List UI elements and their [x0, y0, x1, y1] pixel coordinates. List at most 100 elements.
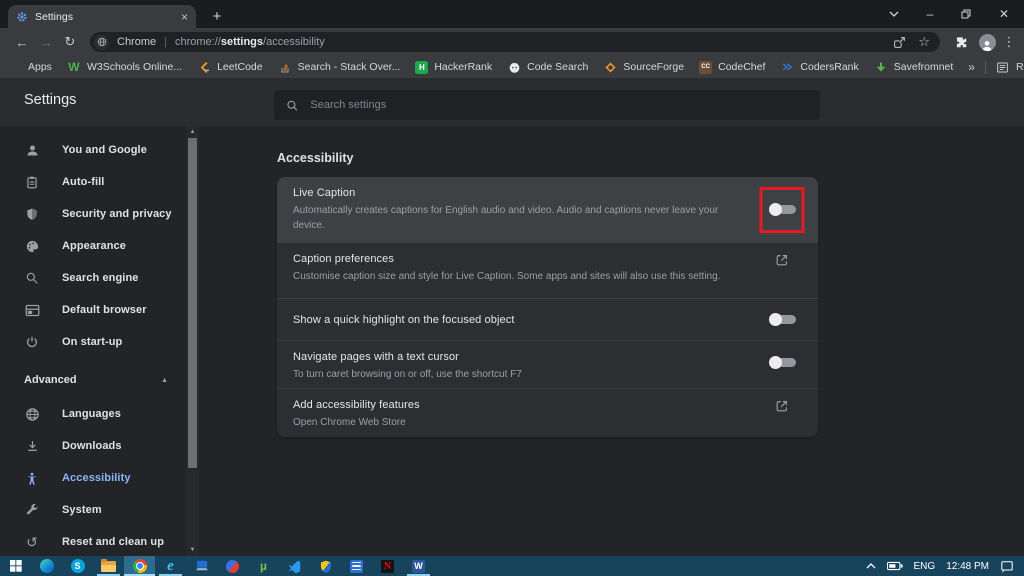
site-info-icon[interactable]	[94, 35, 109, 50]
share-icon[interactable]	[893, 36, 906, 49]
minimize-button[interactable]: –	[912, 0, 948, 28]
settings-sidebar: You and Google Auto-fill Security and pr…	[0, 126, 186, 558]
globe-icon	[24, 406, 40, 422]
settings-search-input[interactable]	[310, 99, 808, 111]
bookmark-hackerrank[interactable]: H HackerRank	[415, 61, 492, 74]
sidebar-item-languages[interactable]: Languages	[0, 398, 186, 430]
reload-button[interactable]: ↻	[58, 34, 82, 50]
wrench-icon	[24, 502, 40, 518]
taskbar-edge-icon[interactable]	[31, 556, 62, 576]
scrollbar-thumb[interactable]	[188, 138, 197, 468]
sidebar-item-on-startup[interactable]: On start-up	[0, 326, 186, 358]
bookmark-savefromnet[interactable]: Savefromnet	[874, 60, 954, 74]
external-link-icon[interactable]	[775, 399, 789, 413]
extensions-puzzle-icon[interactable]	[948, 35, 974, 49]
clock[interactable]: 12:48 PM	[946, 561, 989, 572]
setting-row-live-caption[interactable]: Live Caption Automatically creates capti…	[277, 177, 818, 242]
sidebar-scrollbar[interactable]: ▲ ▼	[186, 126, 199, 556]
bookmark-apps[interactable]: Apps	[8, 60, 52, 74]
action-center-icon[interactable]	[1000, 560, 1014, 573]
tray-chevron-up-icon[interactable]	[866, 563, 876, 569]
bookmark-label: LeetCode	[217, 61, 263, 73]
bookmark-stackoverflow[interactable]: Search - Stack Over...	[278, 60, 401, 74]
taskbar-netflix-icon[interactable]: N	[372, 556, 403, 576]
start-button[interactable]	[0, 556, 31, 576]
tab-close-icon[interactable]: ×	[181, 11, 188, 23]
taskbar-pc-icon[interactable]	[186, 556, 217, 576]
profile-avatar[interactable]	[974, 34, 1000, 51]
taskbar-internet-explorer-icon[interactable]: e	[155, 556, 186, 576]
caret-browsing-toggle[interactable]	[769, 356, 796, 369]
codechef-icon: CC	[699, 61, 712, 74]
sidebar-item-default-browser[interactable]: Default browser	[0, 294, 186, 326]
url-separator: |	[164, 36, 167, 48]
setting-control	[762, 253, 802, 267]
sidebar-item-accessibility[interactable]: Accessibility	[0, 462, 186, 494]
setting-row-caret-browsing[interactable]: Navigate pages with a text cursor To tur…	[277, 340, 818, 388]
setting-title: Show a quick highlight on the focused ob…	[293, 314, 748, 326]
bookmark-label: Search - Stack Over...	[298, 61, 401, 73]
sidebar-item-search-engine[interactable]: Search engine	[0, 262, 186, 294]
browser-menu-icon[interactable]: ⋮	[1000, 34, 1018, 50]
sidebar-item-appearance[interactable]: Appearance	[0, 230, 186, 262]
setting-subtitle: Customise caption size and style for Liv…	[293, 269, 748, 284]
setting-row-quick-highlight[interactable]: Show a quick highlight on the focused ob…	[277, 298, 818, 340]
taskbar-windows-security-icon[interactable]	[310, 556, 341, 576]
bookmark-leetcode[interactable]: LeetCode	[197, 60, 263, 74]
accessibility-icon	[24, 470, 40, 486]
download-icon	[24, 438, 40, 454]
new-tab-button[interactable]: +	[204, 5, 230, 28]
taskbar-notes-app-icon[interactable]	[341, 556, 372, 576]
setting-row-add-accessibility-features[interactable]: Add accessibility features Open Chrome W…	[277, 388, 818, 437]
bookmark-star-icon[interactable]: ☆	[918, 34, 930, 50]
taskbar-skype-icon[interactable]: S	[62, 556, 93, 576]
close-window-button[interactable]: ✕	[984, 0, 1024, 28]
bookmark-w3schools[interactable]: W W3Schools Online...	[67, 60, 182, 74]
reading-list-button[interactable]: Reading list	[996, 60, 1024, 74]
bookmark-label: Code Search	[527, 61, 588, 73]
codersrank-icon	[780, 60, 794, 74]
tab-search-chevron-icon[interactable]	[876, 0, 912, 28]
setting-title: Caption preferences	[293, 253, 748, 265]
back-button[interactable]: ←	[10, 35, 34, 50]
sidebar-item-reset-cleanup[interactable]: ↺ Reset and clean up	[0, 526, 186, 558]
sidebar-advanced-toggle[interactable]: Advanced ▲	[0, 362, 186, 398]
sidebar-item-autofill[interactable]: Auto-fill	[0, 166, 186, 198]
settings-search-box[interactable]	[274, 90, 820, 120]
taskbar-utorrent-icon[interactable]: µ	[248, 556, 279, 576]
bookmarks-divider	[985, 61, 986, 74]
scroll-down-arrow[interactable]: ▼	[186, 544, 199, 556]
setting-control	[762, 399, 802, 413]
restore-button[interactable]	[948, 0, 984, 28]
sidebar-item-security-privacy[interactable]: Security and privacy	[0, 198, 186, 230]
taskbar-word-icon[interactable]: W	[403, 556, 434, 576]
setting-row-caption-preferences[interactable]: Caption preferences Customise caption si…	[277, 242, 818, 298]
browser-tab-settings[interactable]: Settings ×	[8, 5, 196, 28]
bookmark-codersrank[interactable]: CodersRank	[780, 60, 858, 74]
battery-icon[interactable]	[887, 561, 903, 571]
window-controls: – ✕	[876, 0, 1024, 28]
bookmarks-overflow-chevron[interactable]: »	[968, 60, 975, 74]
setting-control	[762, 351, 802, 373]
taskbar-vscode-icon[interactable]	[279, 556, 310, 576]
bookmark-codechef[interactable]: CC CodeChef	[699, 61, 765, 74]
sidebar-item-you-and-google[interactable]: You and Google	[0, 134, 186, 166]
quick-highlight-toggle[interactable]	[769, 313, 796, 326]
shield-icon	[24, 206, 40, 222]
sidebar-item-system[interactable]: System	[0, 494, 186, 526]
power-icon	[24, 334, 40, 350]
scroll-up-arrow[interactable]: ▲	[186, 126, 199, 138]
address-bar[interactable]: Chrome | chrome://settings/accessibility…	[90, 32, 940, 52]
section-title: Accessibility	[277, 151, 353, 165]
bookmark-sourceforge[interactable]: SourceForge	[603, 60, 684, 74]
bookmark-codesearch[interactable]: Code Search	[507, 60, 588, 74]
bookmark-label: W3Schools Online...	[87, 61, 182, 73]
language-indicator[interactable]: ENG	[914, 561, 936, 572]
sidebar-item-downloads[interactable]: Downloads	[0, 430, 186, 462]
bookmark-label: HackerRank	[434, 61, 492, 73]
taskbar-media-app-icon[interactable]	[217, 556, 248, 576]
taskbar-file-explorer-icon[interactable]	[93, 556, 124, 576]
external-link-icon[interactable]	[775, 253, 789, 267]
taskbar-chrome-icon[interactable]	[124, 556, 155, 576]
forward-button[interactable]: →	[34, 35, 58, 50]
